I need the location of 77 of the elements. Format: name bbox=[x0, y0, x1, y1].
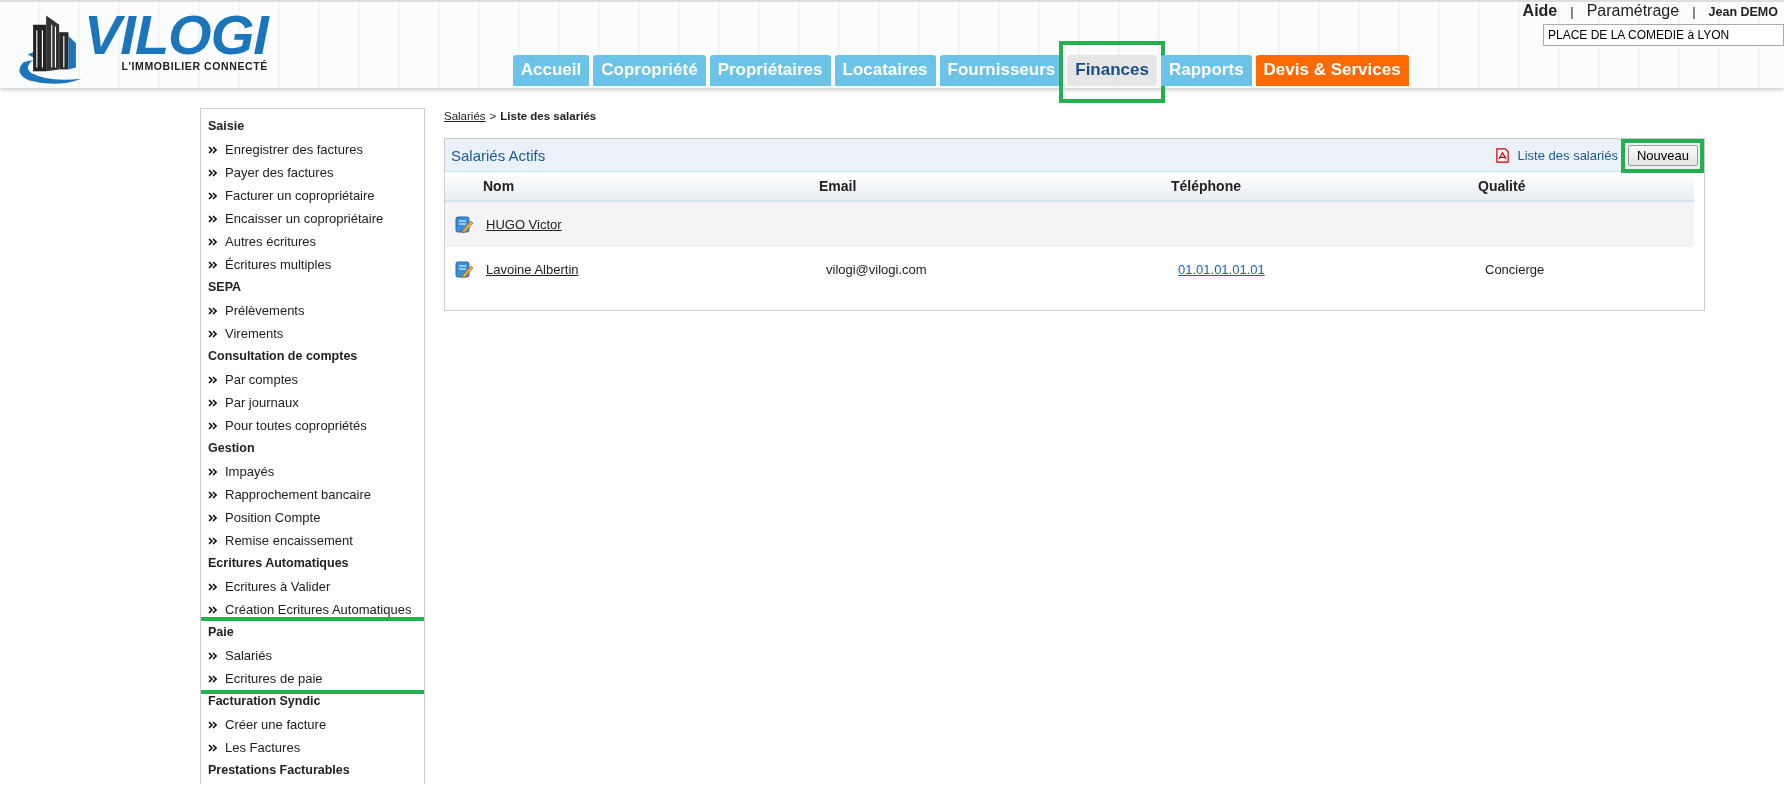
edit-note-icon bbox=[455, 260, 474, 279]
menu-link[interactable]: Enregistrer des factures bbox=[225, 142, 363, 157]
menu-link[interactable]: Les Factures bbox=[225, 740, 301, 755]
double-chevron-icon bbox=[208, 674, 217, 683]
employee-name-link[interactable]: HUGO Victor bbox=[486, 217, 562, 232]
menu-link[interactable]: Créer une facture bbox=[225, 717, 327, 732]
column-header: Nom bbox=[482, 178, 516, 194]
pdf-file-icon bbox=[1494, 146, 1510, 164]
settings-link[interactable]: Paramétrage bbox=[1586, 2, 1680, 20]
double-chevron-icon bbox=[208, 329, 217, 338]
double-chevron-icon bbox=[208, 306, 217, 315]
role-text: Concierge bbox=[1485, 262, 1545, 277]
double-chevron-icon bbox=[208, 375, 217, 384]
section-heading: Prestations Facturables bbox=[208, 762, 351, 779]
help-link[interactable]: Aide bbox=[1522, 2, 1558, 20]
section-heading: Ecritures Automatiques bbox=[208, 555, 350, 572]
menu-link[interactable]: Pour toutes copropriétés bbox=[225, 418, 367, 433]
section-heading: Facturation Syndic bbox=[208, 693, 322, 710]
edit-note-icon bbox=[455, 215, 474, 234]
export-link[interactable]: Liste des salariés bbox=[1517, 147, 1618, 163]
user-name[interactable]: Jean DEMO bbox=[1708, 5, 1778, 19]
menu-link[interactable]: Salariés bbox=[225, 648, 272, 663]
menu-link[interactable]: Remise encaissement bbox=[225, 533, 353, 548]
double-chevron-icon bbox=[208, 513, 217, 522]
menu-link[interactable]: Prélèvements bbox=[225, 303, 305, 318]
menu-link[interactable]: Position Compte bbox=[225, 510, 321, 525]
breadcrumb-link[interactable]: Salariés bbox=[444, 110, 486, 122]
menu-link[interactable]: Payer des factures bbox=[225, 165, 334, 180]
new-button[interactable]: Nouveau bbox=[1627, 144, 1698, 166]
section-heading: SEPA bbox=[208, 279, 243, 296]
section-heading: Consultation de comptes bbox=[208, 348, 359, 365]
email-text: vilogi@vilogi.com bbox=[826, 262, 927, 277]
section-heading: Gestion bbox=[208, 440, 256, 457]
separator: | bbox=[1570, 4, 1574, 19]
double-chevron-icon bbox=[208, 605, 217, 614]
double-chevron-icon bbox=[208, 536, 217, 545]
breadcrumb-separator: > bbox=[489, 110, 497, 122]
double-chevron-icon bbox=[208, 168, 217, 177]
double-chevron-icon bbox=[208, 145, 217, 154]
phone-link[interactable]: 01.01.01.01.01 bbox=[1178, 262, 1265, 277]
double-chevron-icon bbox=[208, 490, 217, 499]
double-chevron-icon bbox=[208, 582, 217, 591]
menu-link[interactable]: Impayés bbox=[225, 464, 275, 479]
menu-link[interactable]: Ecritures à Valider bbox=[225, 579, 331, 594]
breadcrumb-current: Liste des salariés bbox=[500, 110, 597, 122]
separator: | bbox=[1692, 4, 1696, 19]
menu-link[interactable]: Virements bbox=[225, 326, 284, 341]
menu-link[interactable]: Encaisser un copropriétaire bbox=[225, 211, 384, 226]
double-chevron-icon bbox=[208, 260, 217, 269]
double-chevron-icon bbox=[208, 191, 217, 200]
double-chevron-icon bbox=[208, 237, 217, 246]
section-heading: Saisie bbox=[208, 118, 246, 135]
employee-name-link[interactable]: Lavoine Albertin bbox=[486, 262, 579, 277]
logo-wordmark: VILOGI bbox=[84, 10, 268, 60]
double-chevron-icon bbox=[208, 720, 217, 729]
column-header: Téléphone bbox=[1171, 178, 1242, 194]
column-header: Qualité bbox=[1478, 178, 1527, 194]
menu-link[interactable]: Écritures multiples bbox=[225, 257, 332, 272]
logo-tagline: L'IMMOBILIER CONNECTÉ bbox=[120, 60, 268, 72]
double-chevron-icon bbox=[208, 398, 217, 407]
menu-link[interactable]: Rapprochement bancaire bbox=[225, 487, 371, 502]
menu-link[interactable]: Ecritures de paie bbox=[225, 671, 323, 686]
panel-title: Salariés Actifs bbox=[451, 146, 546, 164]
menu-link[interactable]: Facturer un copropriétaire bbox=[225, 188, 375, 203]
double-chevron-icon bbox=[208, 421, 217, 430]
section-heading: Paie bbox=[208, 624, 235, 641]
double-chevron-icon bbox=[208, 651, 217, 660]
double-chevron-icon bbox=[208, 214, 217, 223]
menu-link[interactable]: Création Ecritures Automatiques bbox=[225, 602, 412, 617]
menu-link[interactable]: Par comptes bbox=[225, 372, 298, 387]
menu-link[interactable]: Autres écritures bbox=[225, 234, 317, 249]
menu-link[interactable]: Par journaux bbox=[225, 395, 299, 410]
column-header: Email bbox=[819, 178, 858, 194]
double-chevron-icon bbox=[208, 743, 217, 752]
nav-tab[interactable]: Finances bbox=[1067, 55, 1157, 86]
property-field[interactable]: PLACE DE LA COMEDIE à LYON bbox=[1543, 24, 1784, 46]
double-chevron-icon bbox=[208, 467, 217, 476]
